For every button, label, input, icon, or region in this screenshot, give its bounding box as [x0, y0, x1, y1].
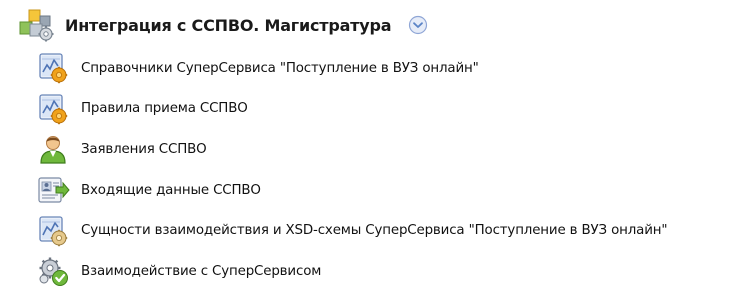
- schema-chart-gear-icon: [36, 214, 70, 248]
- menu-item-applications[interactable]: Заявления ССПВО: [36, 129, 736, 170]
- page: Интеграция с ССПВО. Магистратура Справоч…: [0, 0, 742, 289]
- menu-item-label: Сущности взаимодействия и XSD-схемы Супе…: [81, 223, 668, 239]
- menu-item-label: Заявления ССПВО: [81, 141, 207, 157]
- catalog-chart-gear-icon: [36, 51, 70, 85]
- gears-check-icon: [36, 254, 70, 288]
- chevron-down-circle-icon[interactable]: [408, 15, 428, 35]
- menu-list: Справочники СуперСервиса "Поступление в …: [36, 48, 736, 289]
- menu-item-supersevice-interaction[interactable]: Взаимодействие с СуперСервисом: [36, 251, 736, 289]
- menu-item-label: Входящие данные ССПВО: [81, 182, 261, 198]
- section-header: Интеграция с ССПВО. Магистратура: [16, 8, 428, 42]
- menu-item-incoming-data[interactable]: Входящие данные ССПВО: [36, 170, 736, 211]
- menu-item-label: Справочники СуперСервиса "Поступление в …: [81, 60, 479, 76]
- menu-item-label: Правила приема ССПВО: [81, 101, 248, 117]
- menu-item-label: Взаимодействие с СуперСервисом: [81, 263, 322, 279]
- module-blocks-icon: [16, 8, 56, 42]
- section-title: Интеграция с ССПВО. Магистратура: [65, 15, 392, 35]
- incoming-card-arrow-icon: [36, 173, 70, 207]
- menu-item-entities-xsd[interactable]: Сущности взаимодействия и XSD-схемы Супе…: [36, 210, 736, 251]
- menu-item-sspvo-catalogs[interactable]: Справочники СуперСервиса "Поступление в …: [36, 48, 736, 89]
- menu-item-admission-rules[interactable]: Правила приема ССПВО: [36, 89, 736, 130]
- user-green-icon: [36, 132, 70, 166]
- catalog-chart-gear-icon: [36, 92, 70, 126]
